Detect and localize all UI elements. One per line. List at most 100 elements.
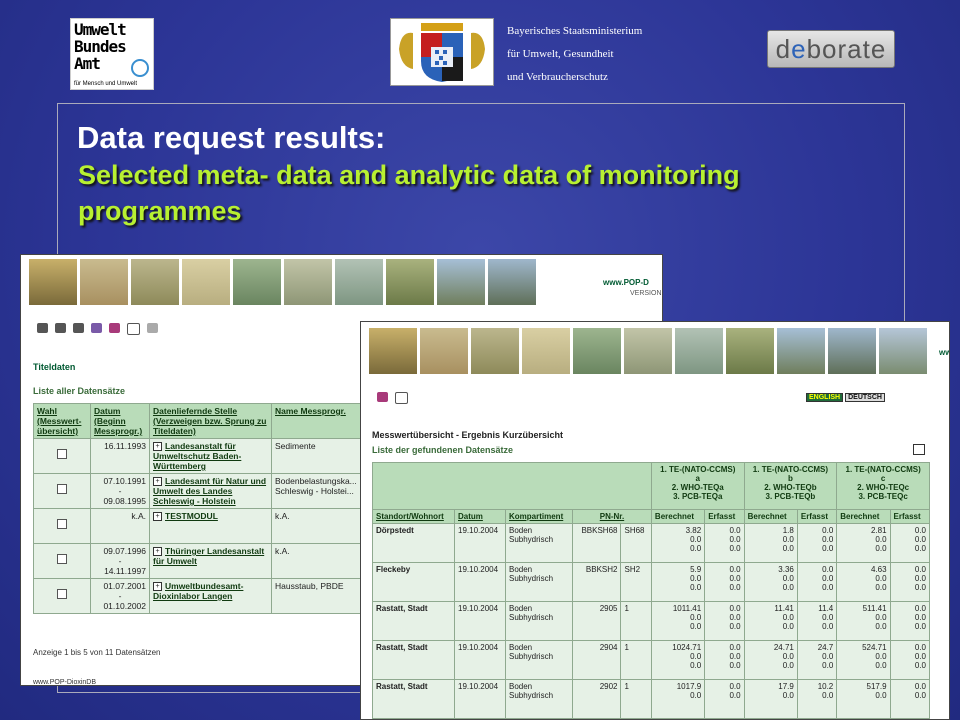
group-label: 1. TE-(NATO-CCMS) bbox=[752, 465, 829, 474]
books-icon[interactable] bbox=[91, 323, 102, 333]
book-icon[interactable] bbox=[109, 323, 120, 333]
value: 0.0 bbox=[822, 565, 834, 574]
value-cell: 1.8 0.0 0.0 bbox=[743, 523, 798, 563]
date-sep: - bbox=[118, 486, 122, 496]
value-cell: 1017.9 0.0 bbox=[650, 679, 706, 719]
expand-icon[interactable]: + bbox=[153, 442, 162, 451]
select-checkbox[interactable] bbox=[57, 589, 67, 599]
expand-icon[interactable]: + bbox=[153, 547, 162, 556]
value: 1017.9 bbox=[676, 682, 702, 691]
export-icon[interactable] bbox=[913, 444, 925, 455]
value-cell: 0.0 0.0 0.0 bbox=[889, 562, 931, 602]
titeldaten-table: Wahl (Messwert-übersicht) Datum (Beginn … bbox=[33, 403, 383, 614]
org-link[interactable]: Thüringer Landesanstalt für Umwelt bbox=[153, 546, 264, 566]
table-cell bbox=[33, 508, 91, 544]
value: 0.0 bbox=[822, 544, 834, 553]
value: 5.9 bbox=[690, 565, 702, 574]
value: 0.0 bbox=[690, 535, 702, 544]
help-icon[interactable] bbox=[395, 392, 408, 404]
select-checkbox[interactable] bbox=[57, 554, 67, 564]
value: 0.0 bbox=[914, 565, 926, 574]
date-cell: 19.10.2004 bbox=[454, 562, 506, 602]
value: 0.0 bbox=[822, 613, 834, 622]
banner-photo bbox=[471, 328, 519, 374]
globe-icon bbox=[131, 59, 149, 77]
tools-icon[interactable] bbox=[55, 323, 66, 333]
location-cell: Dörpstedt bbox=[372, 523, 455, 563]
table-row: 16.11.1993 + Landesanstalt für Umweltschu… bbox=[33, 438, 383, 474]
messwert-screenshot: ww ENGLISH DEUTSCH Messwertübersicht - E… bbox=[360, 321, 950, 720]
table-cell: + Landesamt für Natur und Umwelt des Land… bbox=[149, 473, 272, 509]
pn-cell: BBKSH68 bbox=[571, 523, 622, 563]
select-checkbox[interactable] bbox=[57, 519, 67, 529]
value: 0.0 bbox=[875, 691, 887, 700]
col-header-standort[interactable]: Standort/Wohnort bbox=[372, 509, 455, 524]
value: 0.0 bbox=[875, 574, 887, 583]
expand-icon[interactable]: + bbox=[153, 582, 162, 591]
col-header-stelle[interactable]: Datenliefernde Stelle (Verzweigen bzw. S… bbox=[149, 403, 272, 439]
help-icon[interactable] bbox=[127, 323, 140, 335]
ministry-line-1: Bayerisches Staatsministerium bbox=[507, 25, 643, 37]
table-row: 07.10.1991-09.08.1995 + Landesamt für Nat… bbox=[33, 473, 383, 509]
value: 0.0 bbox=[782, 652, 794, 661]
value: 1.8 bbox=[782, 526, 794, 535]
col-header-erfasst-b: Erfasst bbox=[796, 509, 838, 524]
date-cell: 19.10.2004 bbox=[454, 601, 506, 641]
value-cell: 0.0 0.0 0.0 bbox=[889, 523, 931, 563]
ministry-line-3: und Verbraucherschutz bbox=[507, 71, 608, 83]
table-cell: k.A. bbox=[90, 508, 150, 544]
site-url: www.POP-D bbox=[603, 278, 649, 287]
location-cell: Rastatt, Stadt bbox=[372, 679, 455, 719]
col-header-datum[interactable]: Datum (Beginn Messprogr.) bbox=[90, 403, 150, 439]
pn-cell: 2905 bbox=[571, 601, 622, 641]
col-header-berechnet-c: Berechnet bbox=[836, 509, 891, 524]
value: 0.0 bbox=[914, 691, 926, 700]
ministry-name: Bayerisches Staatsministerium für Umwelt… bbox=[507, 20, 642, 89]
col-header-wahl[interactable]: Wahl (Messwert-übersicht) bbox=[33, 403, 91, 439]
language-switch: ENGLISH DEUTSCH bbox=[806, 393, 885, 402]
value: 0.0 bbox=[875, 661, 887, 670]
org-link[interactable]: Umweltbundesamt-Dioxinlabor Langen bbox=[153, 581, 243, 601]
value: 0.0 bbox=[914, 682, 926, 691]
value: 0.0 bbox=[729, 613, 741, 622]
value: 0.0 bbox=[914, 661, 926, 670]
col-header-pn[interactable]: PN-Nr. bbox=[572, 509, 652, 524]
col-header-erfasst-c: Erfasst bbox=[889, 509, 931, 524]
date-start: 09.07.1996 bbox=[103, 546, 146, 556]
banner-photo bbox=[29, 259, 77, 305]
org-link[interactable]: Landesanstalt für Umweltschutz Baden-Wür… bbox=[153, 441, 241, 471]
toolbar bbox=[37, 323, 158, 335]
col-header-kompartiment[interactable]: Kompartiment bbox=[505, 509, 573, 524]
org-link[interactable]: Landesamt für Natur und Umwelt des Lande… bbox=[153, 476, 266, 506]
chart-icon[interactable] bbox=[73, 323, 84, 333]
select-checkbox[interactable] bbox=[57, 484, 67, 494]
expand-icon[interactable]: + bbox=[153, 477, 162, 486]
deutsch-button[interactable]: DEUTSCH bbox=[845, 393, 885, 402]
binoculars-icon[interactable] bbox=[37, 323, 48, 333]
value: 0.0 bbox=[914, 652, 926, 661]
uba-logo-line-2: Bundes bbox=[74, 37, 127, 56]
kompartiment-cell: Boden Subhydrisch bbox=[505, 523, 573, 563]
col-header-datum[interactable]: Datum bbox=[454, 509, 506, 524]
org-link[interactable]: TESTMODUL bbox=[165, 511, 218, 521]
pn-sub-cell: 1 bbox=[620, 601, 652, 641]
banner-photo bbox=[488, 259, 536, 305]
table-cell: + Thüringer Landesanstalt für Umwelt bbox=[149, 543, 272, 579]
banner-photo bbox=[233, 259, 281, 305]
table-header-row: Standort/Wohnort Datum Kompartiment PN-N… bbox=[372, 509, 931, 524]
list-title: Liste aller Datensätze bbox=[33, 386, 126, 396]
deborate-logo-d: d bbox=[775, 34, 792, 64]
value: 0.0 bbox=[822, 535, 834, 544]
date-sep: - bbox=[118, 556, 122, 566]
book-icon[interactable] bbox=[377, 392, 388, 402]
select-checkbox[interactable] bbox=[57, 449, 67, 459]
expand-icon[interactable]: + bbox=[153, 512, 162, 521]
location-cell: Fleckeby bbox=[372, 562, 455, 602]
kompartiment-cell: Boden Subhydrisch bbox=[505, 601, 573, 641]
lock-icon[interactable] bbox=[147, 323, 158, 333]
english-button[interactable]: ENGLISH bbox=[806, 393, 844, 402]
value: 3.82 bbox=[685, 526, 702, 535]
value: 0.0 bbox=[729, 691, 741, 700]
kompartiment-cell: Boden Subhydrisch bbox=[505, 679, 573, 719]
date-cell: 19.10.2004 bbox=[454, 523, 506, 563]
